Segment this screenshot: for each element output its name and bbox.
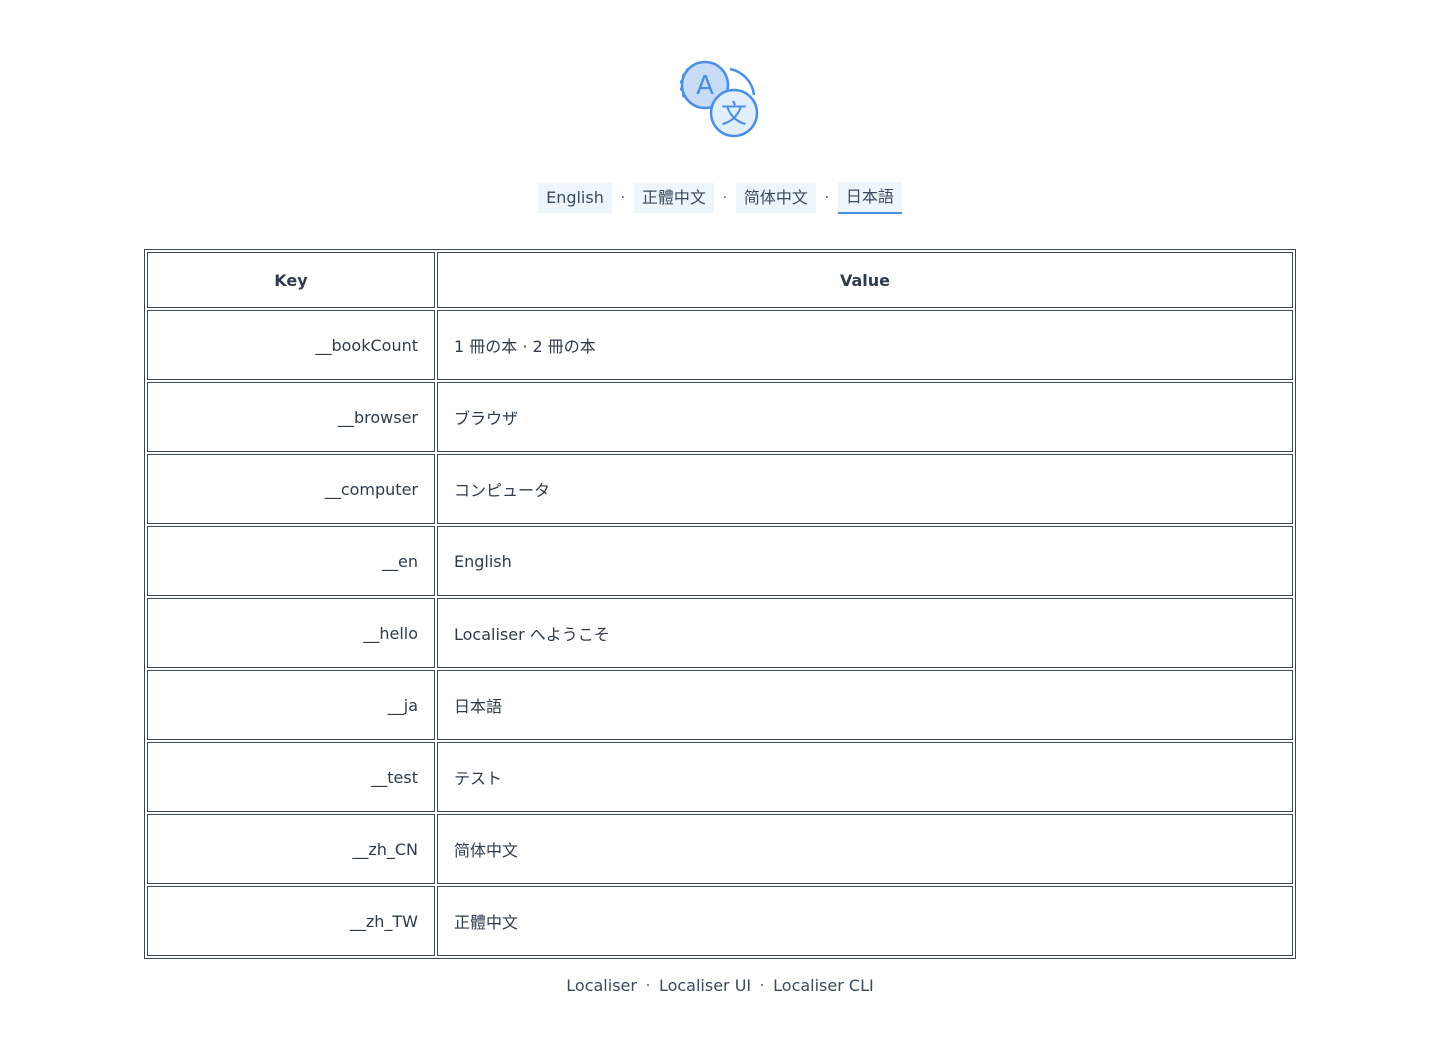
row-key: __hello	[147, 598, 435, 668]
table-header-row: Key Value	[147, 252, 1293, 308]
language-nav: English · 正體中文 · 简体中文 · 日本語	[0, 182, 1440, 214]
footer-link-localiser-ui[interactable]: Localiser UI	[659, 976, 751, 995]
row-key: __zh_TW	[147, 886, 435, 956]
lang-link-english[interactable]: English	[538, 183, 612, 213]
table-row: __hello Localiser へようこそ	[147, 598, 1293, 668]
row-value: 正體中文	[437, 886, 1293, 956]
table-row: __en English	[147, 526, 1293, 596]
row-value: ブラウザ	[437, 382, 1293, 452]
row-value: テスト	[437, 742, 1293, 812]
translations-table: Key Value __bookCount 1 冊の本 · 2 冊の本 __br…	[144, 249, 1296, 959]
row-value: Localiser へようこそ	[437, 598, 1293, 668]
table-row: __zh_CN 简体中文	[147, 814, 1293, 884]
translations-table-wrapper: Key Value __bookCount 1 冊の本 · 2 冊の本 __br…	[144, 249, 1296, 959]
row-value: 1 冊の本 · 2 冊の本	[437, 310, 1293, 380]
table-row: __browser ブラウザ	[147, 382, 1293, 452]
row-key: __browser	[147, 382, 435, 452]
footer-separator: ·	[645, 977, 651, 994]
logo-glyph-a: A	[696, 71, 714, 101]
row-value: English	[437, 526, 1293, 596]
row-key: __computer	[147, 454, 435, 524]
row-key: __ja	[147, 670, 435, 740]
row-key: __en	[147, 526, 435, 596]
table-row: __computer コンピュータ	[147, 454, 1293, 524]
table-row: __test テスト	[147, 742, 1293, 812]
nav-separator: ·	[620, 190, 626, 206]
logo-glyph-b: 文	[721, 100, 747, 130]
row-value: 简体中文	[437, 814, 1293, 884]
nav-separator: ·	[722, 190, 728, 206]
table-row: __bookCount 1 冊の本 · 2 冊の本	[147, 310, 1293, 380]
translate-icon: A 文	[678, 57, 762, 141]
row-value: コンピュータ	[437, 454, 1293, 524]
lang-link-ja[interactable]: 日本語	[837, 182, 902, 214]
footer-link-localiser-cli[interactable]: Localiser CLI	[773, 976, 874, 995]
footer: Localiser · Localiser UI · Localiser CLI	[0, 976, 1440, 995]
row-key: __bookCount	[147, 310, 435, 380]
table-row: __zh_TW 正體中文	[147, 886, 1293, 956]
footer-link-localiser[interactable]: Localiser	[566, 976, 637, 995]
row-key: __zh_CN	[147, 814, 435, 884]
table-row: __ja 日本語	[147, 670, 1293, 740]
footer-separator: ·	[759, 977, 765, 994]
nav-separator: ·	[824, 190, 830, 206]
header-value: Value	[437, 252, 1293, 308]
page: A 文 English · 正體中文 · 简体中文 · 日本語 Key Valu…	[0, 0, 1440, 1061]
lang-link-zh-cn[interactable]: 简体中文	[735, 183, 816, 213]
row-key: __test	[147, 742, 435, 812]
row-value: 日本語	[437, 670, 1293, 740]
lang-link-zh-tw[interactable]: 正體中文	[633, 183, 714, 213]
header-key: Key	[147, 252, 435, 308]
